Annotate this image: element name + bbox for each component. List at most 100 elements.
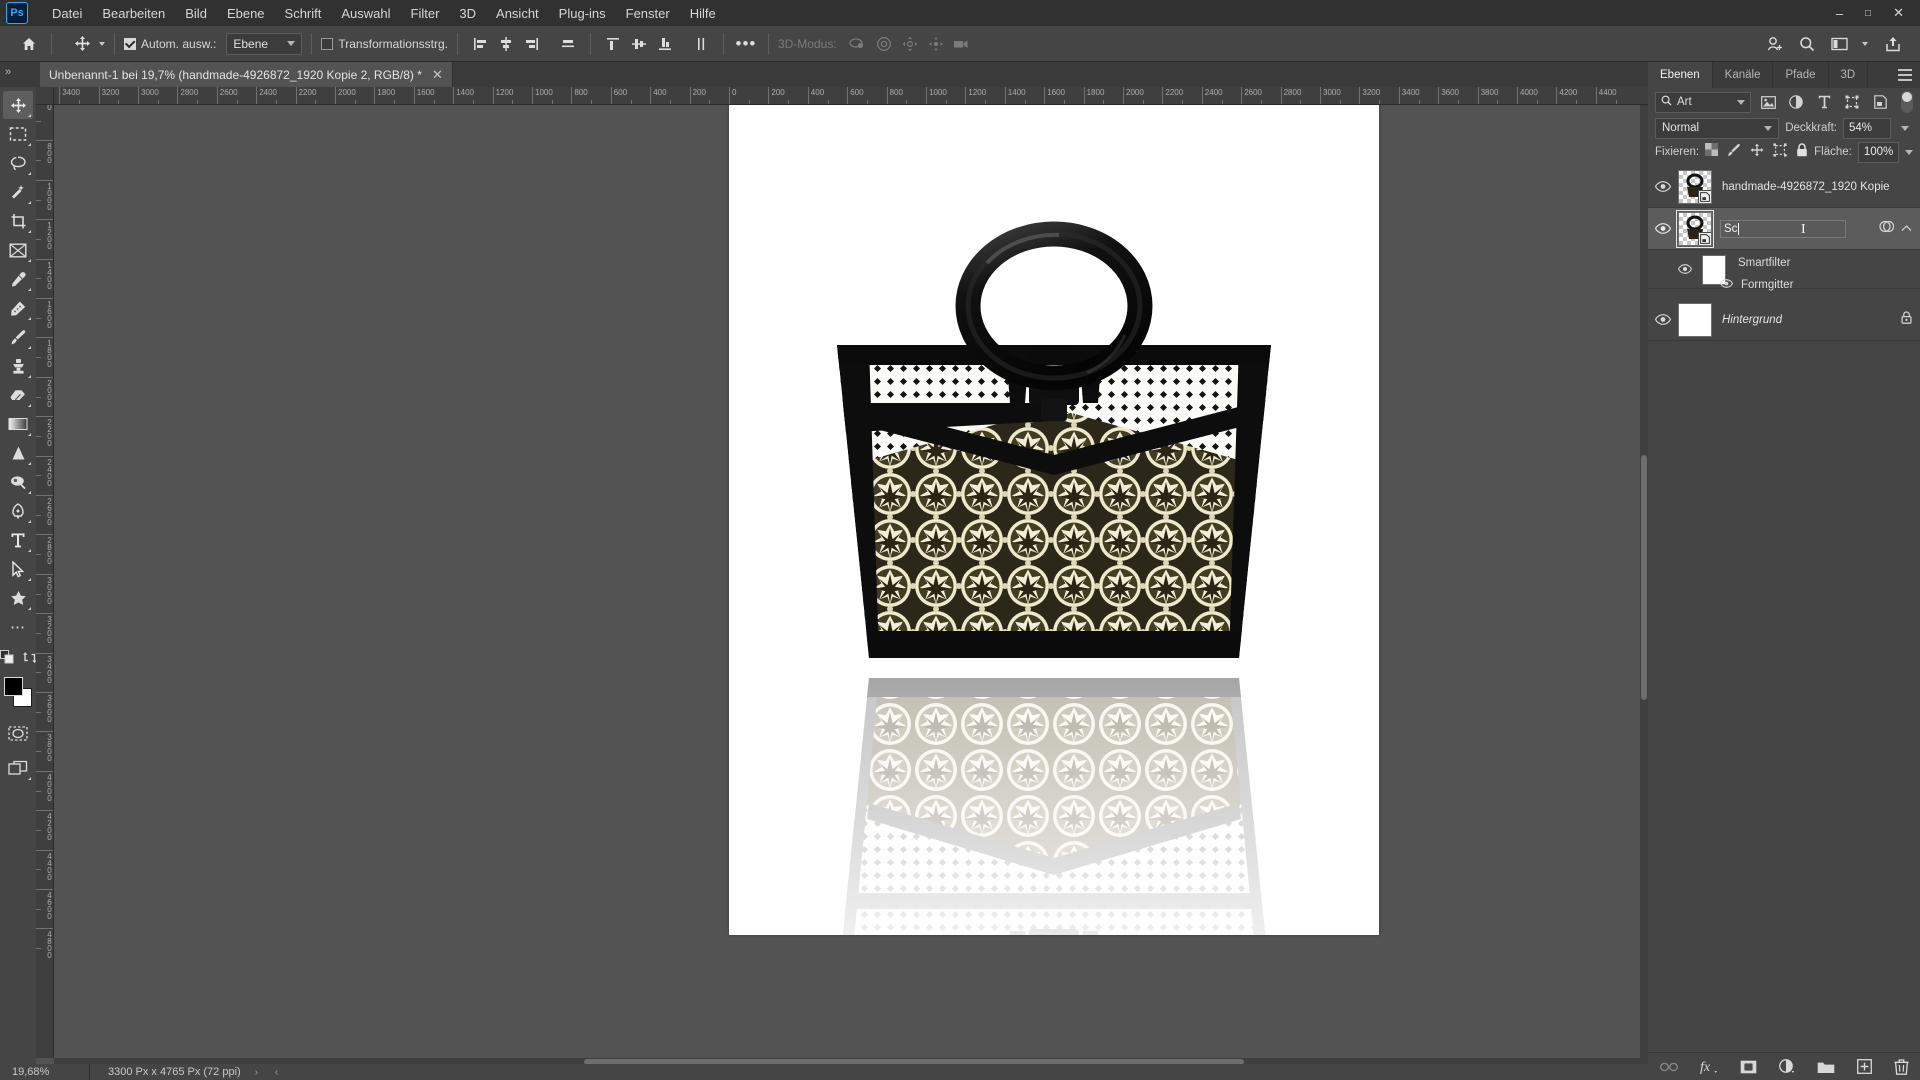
smart-filter-label[interactable]: Smartfilter: [1738, 255, 1790, 272]
horizontal-ruler[interactable]: 3400 3200 3000 2800 2600 2400 2200 2000 1800 1600…: [54, 87, 1648, 105]
active-tool-preset[interactable]: [69, 32, 105, 56]
align-top-icon[interactable]: [600, 32, 626, 56]
opacity-chevron-down-icon[interactable]: [1897, 118, 1913, 139]
brush-tool[interactable]: [3, 323, 33, 351]
layer-thumbnail[interactable]: [1678, 169, 1712, 204]
layer-row[interactable]: handmade-4926872_1920 Kopie: [1648, 166, 1920, 208]
document-dimensions[interactable]: 3300 Px x 4765 Px (72 ppi): [90, 1066, 241, 1078]
menu-auswahl[interactable]: Auswahl: [331, 3, 400, 24]
formgitter-visibility-icon[interactable]: [1720, 279, 1733, 291]
lock-artboard-nesting-icon[interactable]: [1773, 142, 1787, 162]
auto-select-checkbox[interactable]: Autom. ausw.:: [124, 37, 216, 51]
menu-plugins[interactable]: Plug-ins: [549, 3, 616, 24]
dodge-tool[interactable]: [3, 468, 33, 496]
move-tool-icon[interactable]: [69, 32, 95, 56]
new-layer-icon[interactable]: [1856, 1059, 1872, 1074]
foreground-color-swatch[interactable]: [4, 677, 23, 696]
more-tools[interactable]: ⋯: [3, 613, 33, 641]
quick-mask-button[interactable]: [3, 719, 33, 747]
new-adjustment-layer-icon[interactable]: [1778, 1059, 1795, 1074]
home-icon[interactable]: [16, 32, 42, 56]
zoom-level[interactable]: 19,68%: [0, 1064, 90, 1080]
menu-hilfe[interactable]: Hilfe: [680, 3, 726, 24]
shape-layer-filter-icon[interactable]: [1841, 92, 1863, 113]
tool-preset-chevron-icon[interactable]: [99, 41, 105, 46]
window-minimize-button[interactable]: –: [1826, 3, 1853, 24]
menu-ansicht[interactable]: Ansicht: [486, 3, 549, 24]
fill-chevron-down-icon[interactable]: [1905, 142, 1914, 163]
align-center-horizontal-icon[interactable]: [493, 32, 519, 56]
lock-icon[interactable]: [1901, 310, 1912, 329]
transform-controls-checkbox[interactable]: Transformationsstrg.: [321, 37, 448, 51]
menu-schrift[interactable]: Schrift: [275, 3, 332, 24]
fill-input[interactable]: 100%: [1857, 141, 1900, 163]
artboard[interactable]: [729, 105, 1379, 991]
menu-ebene[interactable]: Ebene: [217, 3, 275, 24]
blur-tool[interactable]: [3, 439, 33, 467]
panel-menu-icon[interactable]: [1898, 69, 1912, 81]
lock-all-icon[interactable]: [1796, 142, 1808, 162]
pen-tool[interactable]: [3, 497, 33, 525]
lasso-tool[interactable]: [3, 149, 33, 177]
swap-colors-icon[interactable]: [22, 651, 37, 669]
menu-filter[interactable]: Filter: [401, 3, 450, 24]
smart-filter-entry[interactable]: Formgitter: [1648, 275, 1920, 299]
canvas-vertical-scrollbar[interactable]: [1640, 105, 1648, 1058]
new-group-icon[interactable]: [1817, 1060, 1835, 1074]
crop-tool[interactable]: [3, 207, 33, 235]
smart-filter-indicator-icon[interactable]: [1879, 219, 1895, 239]
formgitter-label[interactable]: Formgitter: [1741, 279, 1793, 291]
link-layers-icon[interactable]: [1659, 1062, 1678, 1072]
type-layer-filter-icon[interactable]: [1813, 92, 1835, 113]
shape-tool[interactable]: [3, 584, 33, 612]
path-selection-tool[interactable]: [3, 555, 33, 583]
vertical-ruler[interactable]: 0 800 1000 1200 1400 1600 1800 2000 2200 2400 2600…: [36, 105, 54, 1058]
layer-visibility-icon[interactable]: [1648, 314, 1678, 325]
transform-controls-checkbox-box[interactable]: [321, 37, 334, 50]
document-tab[interactable]: Unbenannt-1 bei 19,7% (handmade-4926872_…: [40, 62, 453, 87]
workspace-chevron-down-icon[interactable]: [1862, 41, 1868, 46]
layer-filter-kind-dropdown[interactable]: Art: [1655, 91, 1751, 113]
filter-enable-toggle[interactable]: [1901, 91, 1913, 113]
blend-mode-dropdown[interactable]: Normal: [1655, 117, 1780, 139]
layer-visibility-icon[interactable]: [1648, 223, 1678, 234]
layer-name-rename-input[interactable]: Sc I: [1720, 219, 1846, 238]
distribute-vertical-icon[interactable]: [688, 32, 714, 56]
menu-datei[interactable]: Datei: [42, 3, 92, 24]
menu-fenster[interactable]: Fenster: [616, 3, 680, 24]
tab-ebenen[interactable]: Ebenen: [1648, 62, 1713, 88]
menu-bild[interactable]: Bild: [175, 3, 217, 24]
lock-position-icon[interactable]: [1750, 143, 1764, 162]
layer-row[interactable]: Hintergrund: [1648, 299, 1920, 341]
layer-thumbnail[interactable]: [1676, 209, 1714, 248]
menu-3d[interactable]: 3D: [449, 3, 486, 24]
lock-transparent-pixels-icon[interactable]: [1705, 143, 1719, 161]
menu-bearbeiten[interactable]: Bearbeiten: [92, 3, 175, 24]
eraser-tool[interactable]: [3, 381, 33, 409]
layer-visibility-icon[interactable]: [1648, 181, 1678, 192]
screen-mode-button[interactable]: [3, 754, 33, 782]
workspace-icon[interactable]: [1826, 32, 1852, 56]
close-icon[interactable]: ✕: [432, 68, 443, 81]
layer-name[interactable]: handmade-4926872_1920 Kopie: [1722, 181, 1890, 193]
type-tool[interactable]: [3, 526, 33, 554]
add-layer-mask-icon[interactable]: [1740, 1060, 1757, 1074]
window-close-button[interactable]: ✕: [1883, 2, 1914, 24]
gradient-tool[interactable]: [3, 410, 33, 438]
auto-select-checkbox-box[interactable]: [124, 37, 136, 50]
color-swatches[interactable]: [3, 677, 33, 707]
quick-selection-tool[interactable]: [3, 178, 33, 206]
smart-object-filter-icon[interactable]: [1869, 92, 1891, 113]
canvas-area[interactable]: [54, 105, 1648, 1058]
distribute-horizontal-icon[interactable]: [555, 32, 581, 56]
auto-select-scope-dropdown[interactable]: Ebene: [226, 32, 303, 55]
panel-collapse-icon[interactable]: »: [5, 66, 11, 78]
smart-filter-visibility-icon[interactable]: [1670, 264, 1700, 274]
adjustment-layer-filter-icon[interactable]: [1785, 92, 1807, 113]
lock-image-pixels-icon[interactable]: [1727, 143, 1741, 162]
align-right-icon[interactable]: [519, 32, 545, 56]
delete-layer-icon[interactable]: [1893, 1058, 1909, 1075]
opacity-input[interactable]: 54%: [1843, 117, 1891, 139]
tab-pfade[interactable]: Pfade: [1773, 62, 1829, 88]
window-maximize-button[interactable]: □: [1855, 5, 1881, 22]
